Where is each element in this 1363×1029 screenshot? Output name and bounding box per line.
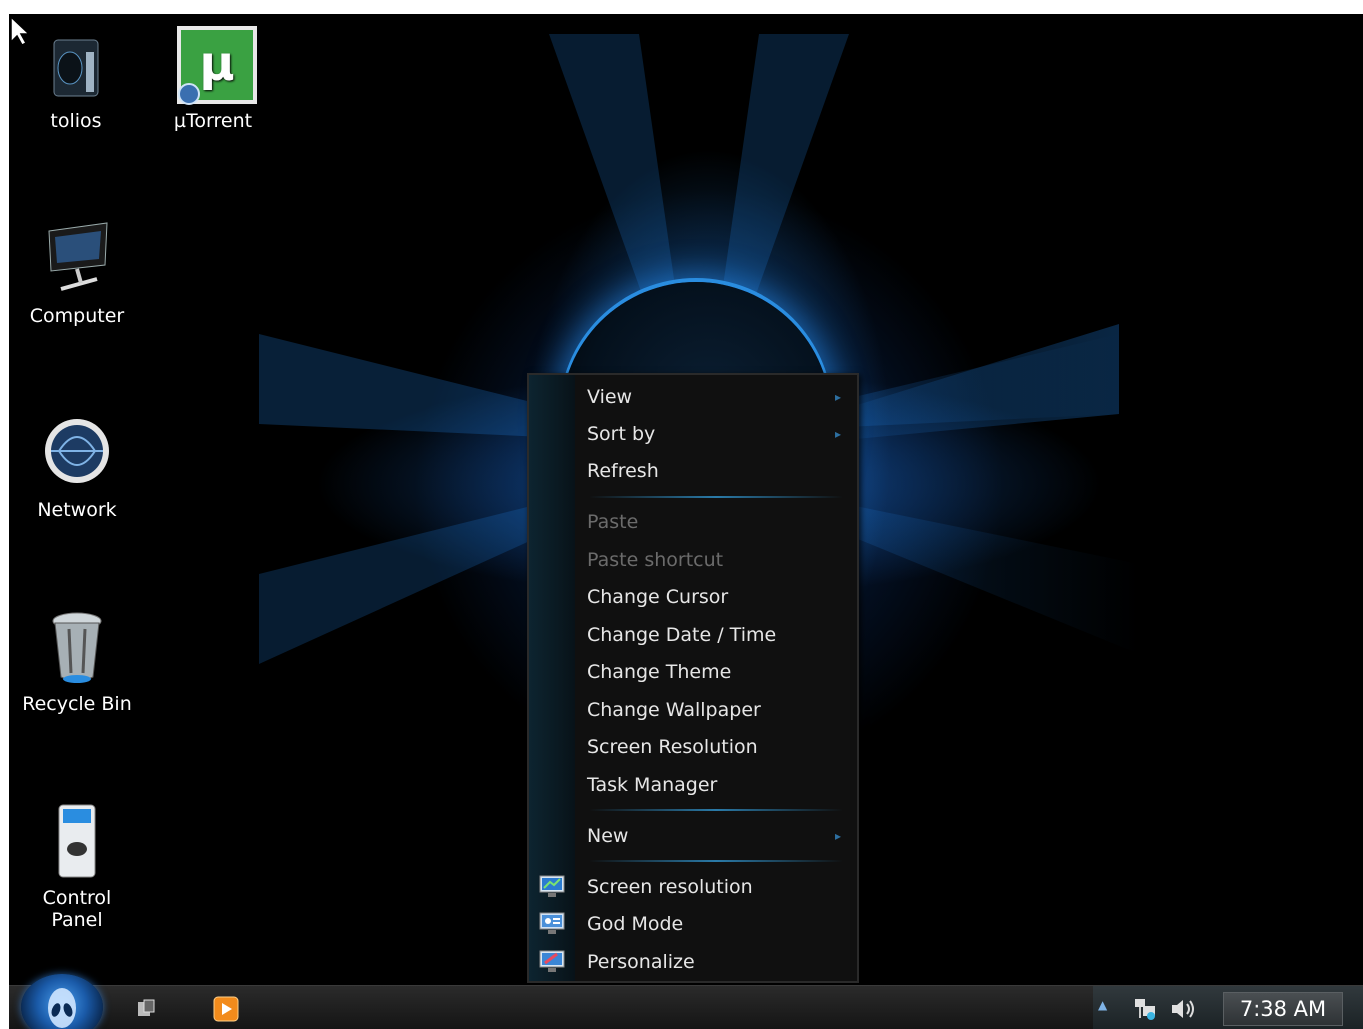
menu-item-god-mode[interactable]: God Mode	[575, 906, 857, 942]
control-panel-monitor-icon	[539, 912, 565, 934]
taskbar-clock[interactable]: 7:38 AM	[1223, 992, 1343, 1026]
desktop-icon-tolios[interactable]: tolios	[16, 24, 136, 132]
menu-item-change-wallpaper[interactable]: Change Wallpaper	[575, 692, 857, 728]
media-player-icon[interactable]	[213, 996, 239, 1022]
menu-item-view[interactable]: View ▸	[575, 379, 857, 415]
desktop-icon-control-panel[interactable]: Control Panel	[17, 801, 137, 931]
volume-icon[interactable]	[1169, 996, 1199, 1022]
desktop-icon-recycle-bin[interactable]: Recycle Bin	[17, 607, 137, 715]
menu-item-change-cursor[interactable]: Change Cursor	[575, 579, 857, 615]
submenu-arrow-icon: ▸	[834, 829, 841, 843]
control-panel-icon	[41, 801, 113, 881]
submenu-arrow-icon: ▸	[834, 427, 841, 441]
desktop[interactable]: tolios µ µTorrent Computer Network Recyc…	[9, 14, 1363, 1029]
menu-item-sort-by[interactable]: Sort by ▸	[575, 416, 857, 452]
personalize-icon	[539, 950, 565, 972]
mouse-cursor-icon	[10, 16, 31, 46]
menu-separator	[589, 809, 843, 811]
menu-item-change-theme[interactable]: Change Theme	[575, 654, 857, 690]
taskbar: ▲ 7:38 AM	[9, 974, 1363, 1029]
desktop-icon-network[interactable]: Network	[17, 413, 137, 521]
display-icon	[539, 875, 565, 897]
computer-icon	[41, 219, 113, 299]
alien-head-icon	[48, 988, 76, 1028]
show-hidden-icons-button[interactable]: ▲	[1098, 998, 1107, 1012]
utorrent-icon: µ	[177, 24, 257, 105]
menu-item-screen-resolution-tool[interactable]: Screen Resolution	[575, 729, 857, 765]
menu-item-paste: Paste	[587, 511, 639, 533]
desktop-context-menu: View ▸ Sort by ▸ Refresh Paste Paste sho…	[527, 373, 859, 983]
menu-item-refresh[interactable]: Refresh	[575, 453, 857, 489]
network-icon	[41, 413, 113, 493]
network-tray-icon[interactable]	[1131, 996, 1159, 1022]
start-button[interactable]	[21, 974, 103, 1029]
menu-separator	[589, 860, 843, 862]
menu-separator	[589, 496, 843, 498]
menu-item-change-date-time[interactable]: Change Date / Time	[575, 617, 857, 653]
submenu-arrow-icon: ▸	[834, 390, 841, 404]
svg-text:µ: µ	[199, 36, 234, 92]
explorer-icon[interactable]	[136, 998, 158, 1020]
menu-item-personalize[interactable]: Personalize	[575, 944, 857, 980]
recycle-bin-icon	[41, 607, 113, 687]
desktop-icon-computer[interactable]: Computer	[17, 219, 137, 327]
menu-item-new[interactable]: New ▸	[575, 818, 857, 854]
menu-item-task-manager[interactable]: Task Manager	[575, 767, 857, 803]
menu-item-screen-resolution[interactable]: Screen resolution	[575, 869, 857, 905]
desktop-icon-utorrent[interactable]: µ µTorrent	[153, 24, 273, 132]
menu-item-paste-shortcut: Paste shortcut	[587, 549, 724, 571]
alienware-folder-icon	[40, 24, 112, 104]
